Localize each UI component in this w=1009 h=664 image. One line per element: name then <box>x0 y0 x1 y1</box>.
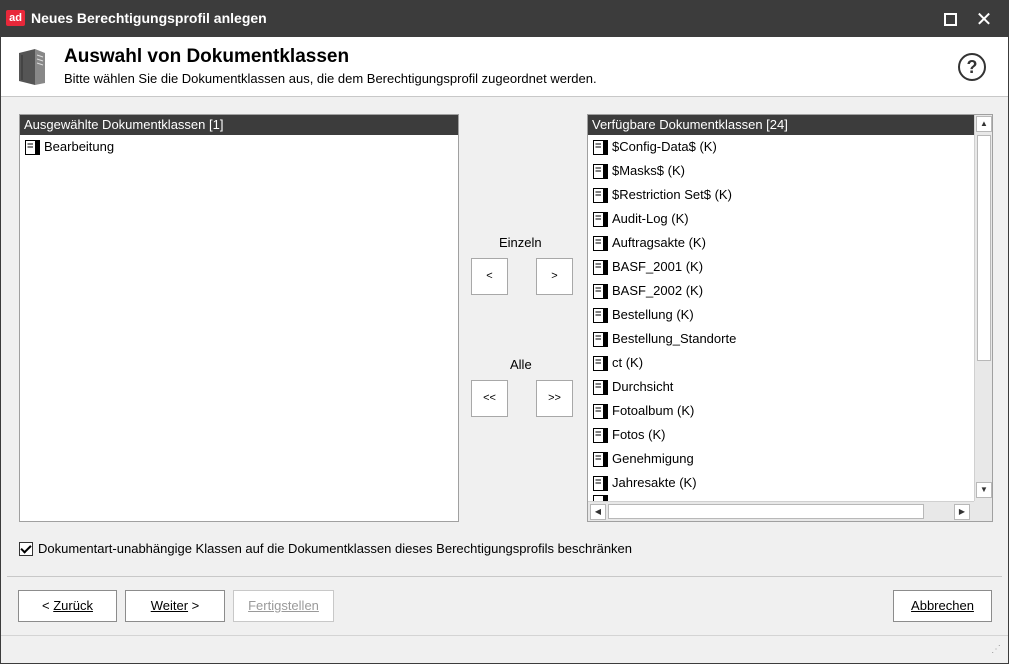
list-item-label: Auftragsakte (K) <box>612 235 706 250</box>
next-suffix: > <box>188 598 200 613</box>
list-item-label: ct (K) <box>612 355 644 370</box>
scroll-down-icon[interactable]: ▼ <box>976 482 992 498</box>
list-item[interactable]: Fotos (K) <box>588 423 975 447</box>
list-item-label: Durchsicht <box>612 379 674 394</box>
selected-classes-list[interactable]: Ausgewählte Dokumentklassen [1] Bearbeit… <box>19 114 459 522</box>
list-item-label: $Masks$ (K) <box>612 163 685 178</box>
document-icon <box>593 451 608 467</box>
document-icon <box>593 331 608 347</box>
document-icon <box>593 211 608 227</box>
page-subtitle: Bitte wählen Sie die Dokumentklassen aus… <box>64 71 597 86</box>
restrict-checkbox-label: Dokumentart-unabhängige Klassen auf die … <box>38 541 633 556</box>
scroll-corner <box>974 501 992 521</box>
help-icon[interactable]: ? <box>958 53 986 81</box>
document-icon <box>593 139 608 155</box>
footer-separator <box>7 576 1002 577</box>
title-bar[interactable]: ad Neues Berechtigungsprofil anlegen ✕ <box>1 1 1008 37</box>
list-item[interactable]: Bearbeitung <box>20 135 458 159</box>
list-item-label: Bestellung (K) <box>612 307 694 322</box>
document-icon <box>593 403 608 419</box>
document-class-icon <box>19 49 45 85</box>
move-right-button[interactable]: > <box>536 258 573 295</box>
list-item[interactable]: $Restriction Set$ (K) <box>588 183 975 207</box>
document-icon <box>593 163 608 179</box>
document-icon <box>593 187 608 203</box>
horizontal-scroll-thumb[interactable] <box>608 504 924 519</box>
list-item[interactable]: Auftragsakte (K) <box>588 231 975 255</box>
horizontal-scrollbar[interactable]: ◀ ▶ <box>588 501 975 521</box>
restrict-option[interactable]: Dokumentart-unabhängige Klassen auf die … <box>19 541 632 556</box>
document-icon <box>593 379 608 395</box>
cancel-label: Abbrechen <box>911 598 974 613</box>
selected-classes-header: Ausgewählte Dokumentklassen [1] <box>20 115 458 135</box>
scroll-left-icon[interactable]: ◀ <box>590 504 606 520</box>
list-item-label: Jahresakte (K) <box>612 475 697 490</box>
list-item[interactable]: Bestellung_Standorte <box>588 327 975 351</box>
finish-button[interactable]: Fertigstellen <box>233 590 334 622</box>
next-button[interactable]: Weiter > <box>125 590 225 622</box>
status-bar <box>1 635 1008 663</box>
list-item[interactable]: Durchsicht <box>588 375 975 399</box>
list-item[interactable]: Audit-Log (K) <box>588 207 975 231</box>
window-title: Neues Berechtigungsprofil anlegen <box>31 10 267 26</box>
list-item[interactable]: Bestellung (K) <box>588 303 975 327</box>
list-item[interactable]: $Masks$ (K) <box>588 159 975 183</box>
document-icon <box>593 283 608 299</box>
vertical-scroll-thumb[interactable] <box>977 135 991 361</box>
back-prefix: < <box>42 598 54 613</box>
finish-label: Fertigstellen <box>248 598 319 613</box>
maximize-icon <box>943 12 957 26</box>
single-label: Einzeln <box>499 235 542 250</box>
list-item-label: Fotos (K) <box>612 427 666 442</box>
wizard-header: Auswahl von Dokumentklassen Bitte wählen… <box>1 37 1008 97</box>
available-list-viewport: $Config-Data$ (K) $Masks$ (K) $Restriction… <box>588 135 975 501</box>
move-all-left-button[interactable]: << <box>471 380 508 417</box>
list-item-label: Audit-Log (K) <box>612 211 689 226</box>
document-icon <box>593 259 608 275</box>
list-item[interactable]: $Config-Data$ (K) <box>588 135 975 159</box>
document-icon <box>25 139 40 155</box>
resize-grip-icon[interactable]: ⋰ <box>991 644 1001 655</box>
page-title: Auswahl von Dokumentklassen <box>64 46 350 67</box>
vertical-scrollbar[interactable]: ▲ ▼ <box>974 115 992 501</box>
move-left-button[interactable]: < <box>471 258 508 295</box>
list-item-label: BASF_2001 (K) <box>612 259 704 274</box>
close-button[interactable]: ✕ <box>971 7 997 31</box>
scroll-right-icon[interactable]: ▶ <box>954 504 970 520</box>
document-icon <box>593 427 608 443</box>
list-item[interactable]: ct (K) <box>588 351 975 375</box>
scroll-up-icon[interactable]: ▲ <box>976 116 992 132</box>
all-label: Alle <box>510 357 532 372</box>
dialog-window: ad Neues Berechtigungsprofil anlegen ✕ A… <box>0 0 1009 664</box>
move-all-right-button[interactable]: >> <box>536 380 573 417</box>
restrict-checkbox[interactable] <box>19 541 33 556</box>
list-item-label: Bestellung_Standorte <box>612 331 737 346</box>
document-icon <box>593 475 608 491</box>
cancel-button[interactable]: Abbrechen <box>893 590 992 622</box>
list-item[interactable]: BASF_2002 (K) <box>588 279 975 303</box>
list-item-label: Bearbeitung <box>44 139 115 154</box>
available-classes-list[interactable]: Verfügbare Dokumentklassen [24] $Config-… <box>587 114 993 522</box>
list-item-label: $Restriction Set$ (K) <box>612 187 732 202</box>
list-item-label: Genehmigung <box>612 451 694 466</box>
list-item[interactable]: Fotoalbum (K) <box>588 399 975 423</box>
list-item[interactable]: BASF_2001 (K) <box>588 255 975 279</box>
next-label: Weiter <box>150 598 189 613</box>
list-item[interactable]: Genehmigung <box>588 447 975 471</box>
list-item-label: $Config-Data$ (K) <box>612 139 717 154</box>
document-icon <box>593 307 608 323</box>
list-item[interactable]: Jahresakte (K) <box>588 471 975 495</box>
document-icon <box>593 355 608 371</box>
list-item-label: BASF_2002 (K) <box>612 283 704 298</box>
back-button[interactable]: < Zurück <box>18 590 117 622</box>
list-item-label: Fotoalbum (K) <box>612 403 695 418</box>
maximize-button[interactable] <box>937 7 963 31</box>
document-icon <box>593 235 608 251</box>
back-label: Zurück <box>53 598 93 613</box>
app-logo-icon: ad <box>6 10 25 26</box>
available-classes-header: Verfügbare Dokumentklassen [24] <box>588 115 974 135</box>
close-icon: ✕ <box>975 8 993 31</box>
